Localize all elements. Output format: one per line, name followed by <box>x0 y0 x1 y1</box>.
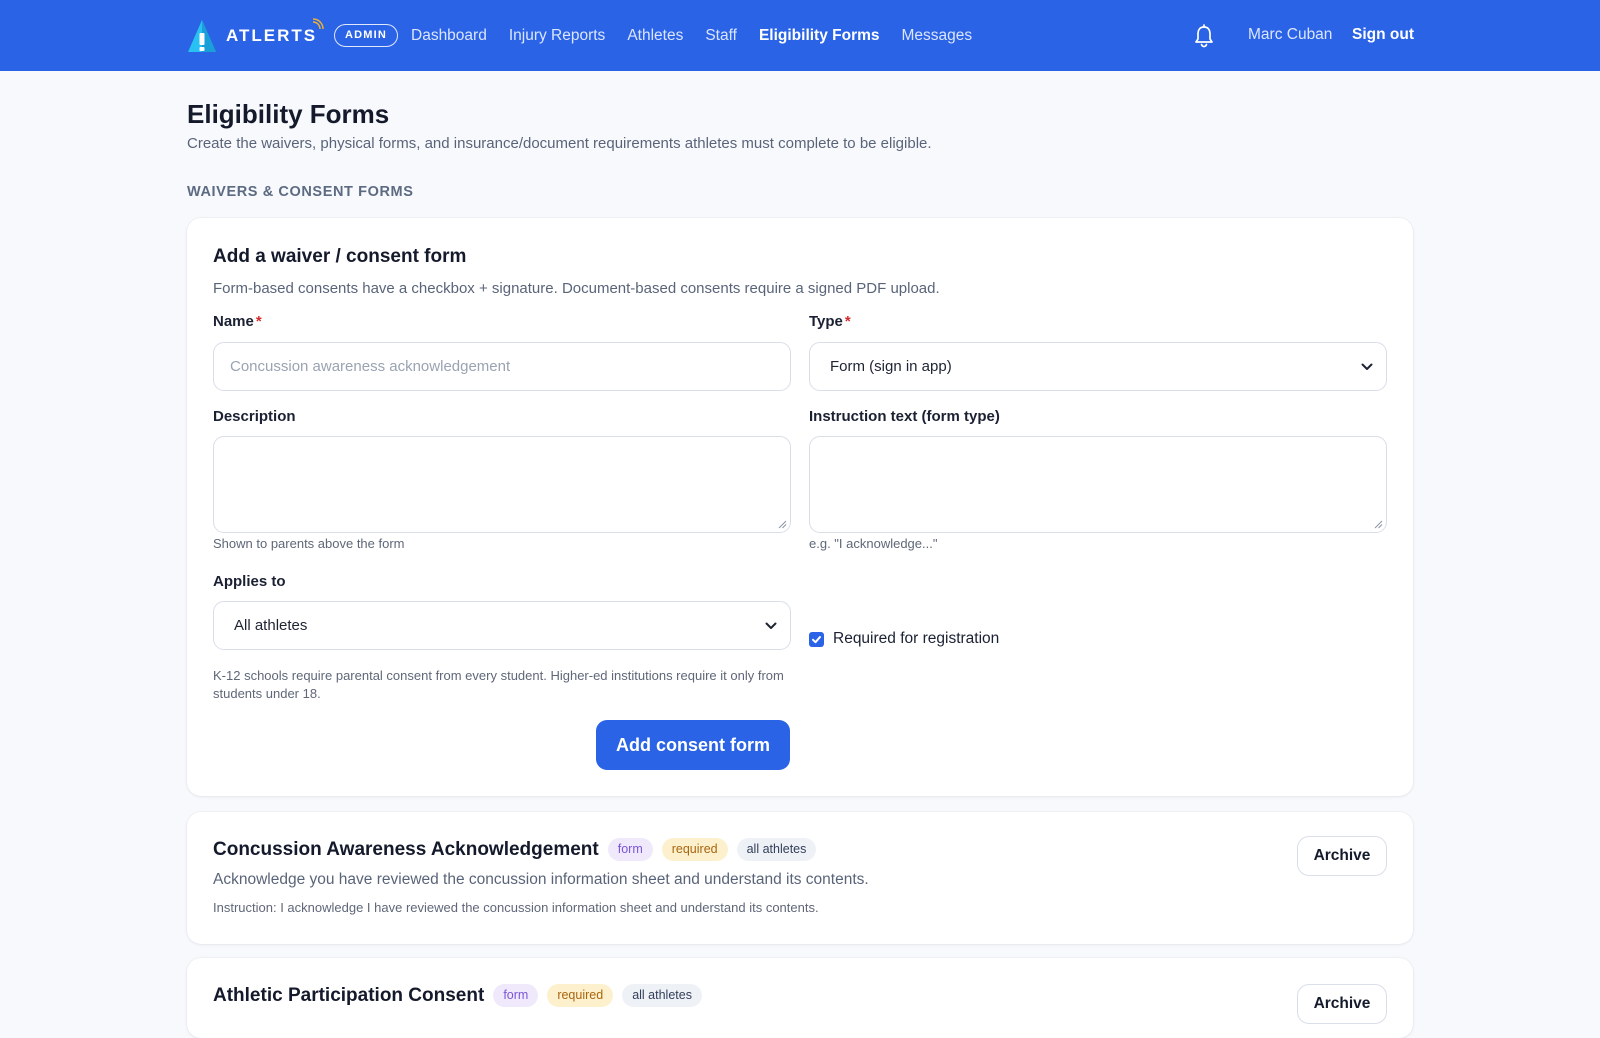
name-label: Name * <box>213 313 262 330</box>
type-badge: form <box>607 838 653 861</box>
instruction-label: Instruction text (form type) <box>809 408 1000 425</box>
nav-messages[interactable]: Messages <box>902 27 973 45</box>
nav-staff[interactable]: Staff <box>705 27 737 45</box>
required-checkbox[interactable] <box>809 631 824 647</box>
applies-to-select[interactable]: All athletes <box>213 601 791 650</box>
resize-grip-icon[interactable] <box>777 519 787 529</box>
chevron-down-icon <box>765 622 777 629</box>
checkmark-icon <box>812 635 821 643</box>
page-title: Eligibility Forms <box>187 99 390 129</box>
required-for-registration-toggle[interactable]: Required for registration <box>809 630 999 648</box>
nav-athletes[interactable]: Athletes <box>627 27 683 45</box>
consent-item-card: Concussion Awareness Acknowledgement for… <box>187 812 1413 944</box>
form-title: Add a waiver / consent form <box>213 246 467 267</box>
type-select-value: Form (sign in app) <box>830 358 952 375</box>
required-marker: * <box>255 313 262 330</box>
type-label: Type * <box>809 313 851 330</box>
form-subtitle: Form-based consents have a checkbox + si… <box>213 280 940 297</box>
top-navigation-bar: ATLERTS ADMIN Dashboard Injury Reports A… <box>0 0 1600 71</box>
consent-item-instruction: Instruction: I acknowledge I have review… <box>213 900 819 915</box>
admin-badge: ADMIN <box>334 24 399 47</box>
instruction-textarea[interactable] <box>809 436 1387 533</box>
nav-injury-reports[interactable]: Injury Reports <box>509 27 605 45</box>
consent-item-card: Athletic Participation Consent form requ… <box>187 958 1413 1038</box>
description-hint: Shown to parents above the form <box>213 536 405 551</box>
chevron-down-icon <box>1361 363 1373 370</box>
brand[interactable]: ATLERTS <box>186 18 324 54</box>
sign-out-link[interactable]: Sign out <box>1352 26 1414 44</box>
required-checkbox-label: Required for registration <box>833 630 1000 647</box>
page-subtitle: Create the waivers, physical forms, and … <box>187 135 932 152</box>
bell-icon[interactable] <box>1193 24 1215 48</box>
description-textarea[interactable] <box>213 436 791 533</box>
description-label: Description <box>213 408 296 425</box>
atlerts-logo-icon <box>188 20 216 52</box>
brand-name: ATLERTS <box>226 26 318 45</box>
consent-item-title: Concussion Awareness Acknowledgement <box>213 838 599 860</box>
archive-button[interactable]: Archive <box>1297 836 1387 876</box>
applies-to-label: Applies to <box>213 573 286 590</box>
signal-waves-icon <box>312 18 324 30</box>
name-label-text: Name <box>213 313 254 330</box>
scope-badge: all athletes <box>622 984 702 1007</box>
main-nav: Dashboard Injury Reports Athletes Staff … <box>411 0 972 71</box>
add-consent-form-card: Add a waiver / consent form Form-based c… <box>187 218 1413 796</box>
user-name[interactable]: Marc Cuban <box>1248 26 1332 44</box>
required-marker: * <box>844 313 851 330</box>
section-label: WAIVERS & CONSENT FORMS <box>187 184 414 200</box>
required-badge: required <box>547 984 614 1007</box>
required-badge: required <box>661 838 728 861</box>
consent-item-header: Athletic Participation Consent form requ… <box>213 984 702 1007</box>
resize-grip-icon[interactable] <box>1373 519 1383 529</box>
type-badge: form <box>493 984 539 1007</box>
consent-item-description: Acknowledge you have reviewed the concus… <box>213 871 869 888</box>
scope-badge: all athletes <box>736 838 817 861</box>
add-consent-form-button[interactable]: Add consent form <box>596 720 790 770</box>
instruction-hint: e.g. "I acknowledge..." <box>809 536 938 551</box>
archive-button[interactable]: Archive <box>1297 984 1387 1024</box>
name-input[interactable] <box>213 342 791 391</box>
applies-to-hint: K-12 schools require parental consent fr… <box>213 668 784 701</box>
nav-dashboard[interactable]: Dashboard <box>411 27 487 45</box>
type-select[interactable]: Form (sign in app) <box>809 342 1387 391</box>
nav-eligibility-forms[interactable]: Eligibility Forms <box>759 27 880 45</box>
consent-item-header: Concussion Awareness Acknowledgement for… <box>213 838 817 861</box>
consent-item-title: Athletic Participation Consent <box>213 984 485 1006</box>
type-label-text: Type <box>809 313 843 330</box>
applies-to-value: All athletes <box>234 617 308 634</box>
